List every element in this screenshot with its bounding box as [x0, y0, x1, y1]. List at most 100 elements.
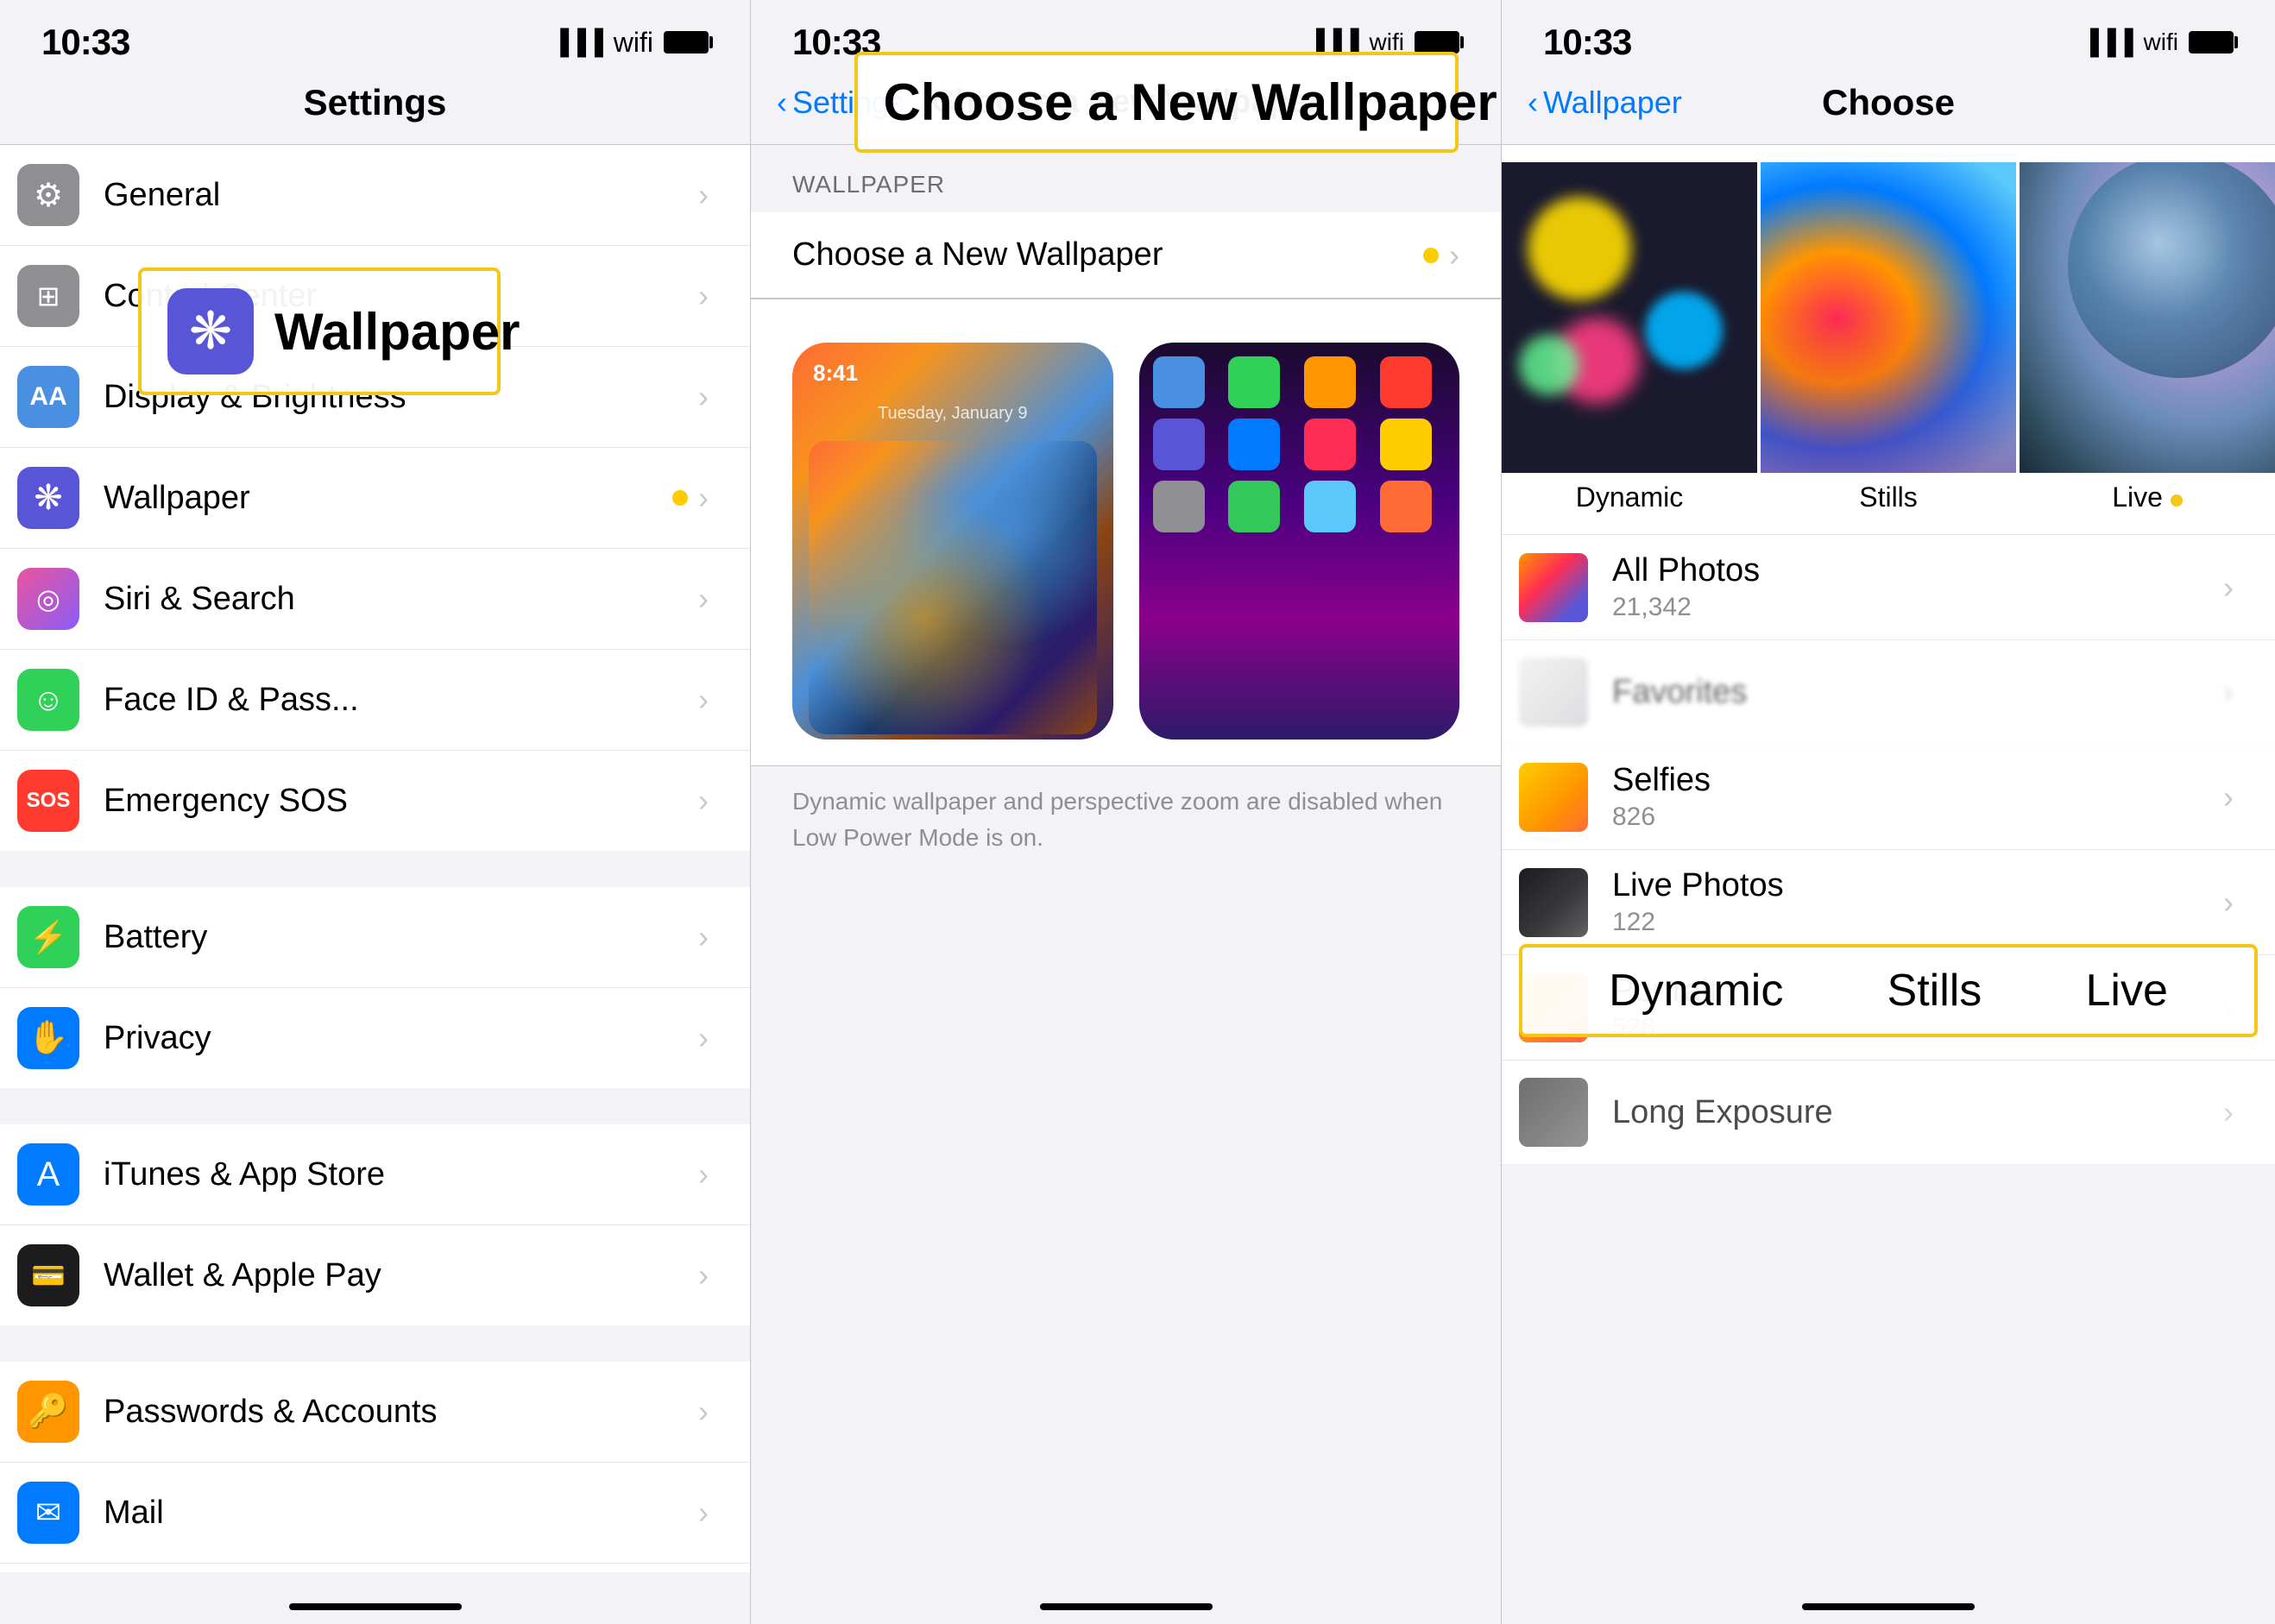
siri-icon: ◎	[17, 568, 79, 630]
wallpaper-grid: Dynamic Stills Live	[1502, 154, 2275, 531]
long-exposure-info: Long Exposure	[1612, 1094, 2223, 1131]
settings-item-mail[interactable]: ✉ Mail ›	[0, 1463, 750, 1564]
all-photos-info: All Photos 21,342	[1612, 552, 2223, 622]
chevron-icon-display: ›	[698, 379, 709, 415]
settings-item-wallet[interactable]: 💳 Wallet & Apple Pay ›	[0, 1225, 750, 1325]
favorites-thumb	[1519, 658, 1588, 727]
album-item-all-photos[interactable]: All Photos 21,342 ›	[1502, 535, 2275, 640]
settings-item-control-center[interactable]: ⊞ Control Center ›	[0, 246, 750, 347]
album-item-live-photos[interactable]: Live Photos 122 ›	[1502, 850, 2275, 955]
chevron-icon-battery: ›	[698, 919, 709, 955]
selfies-count: 826	[1612, 803, 2223, 832]
status-bar-2: 10:33 ▐▐▐ wifi	[751, 0, 1501, 69]
selfies-chevron: ›	[2223, 779, 2234, 815]
chevron-icon-emergency: ›	[698, 783, 709, 819]
wifi-icon-1: wifi	[614, 27, 653, 59]
settings-item-passwords[interactable]: 🔑 Passwords & Accounts ›	[0, 1362, 750, 1463]
lock-screen-date: Tuesday, January 9	[792, 395, 1113, 432]
settings-item-privacy[interactable]: ✋ Privacy ›	[0, 988, 750, 1088]
battery-icon-3	[2189, 31, 2234, 54]
portrait-chevron: ›	[2223, 990, 2234, 1026]
stills-gradient	[1761, 286, 2016, 473]
long-exposure-name: Long Exposure	[1612, 1094, 2223, 1131]
album-item-portrait[interactable]: Portrait 528 ›	[1502, 955, 2275, 1061]
selfies-info: Selfies 826	[1612, 762, 2223, 832]
settings-item-contacts[interactable]: 👤 Contacts ›	[0, 1564, 750, 1572]
faceid-icon: ☺	[17, 669, 79, 731]
choose-panel-title: Choose	[1822, 82, 1955, 123]
live-photos-thumb	[1519, 868, 1588, 937]
wallpaper-dot	[672, 490, 688, 506]
signal-icon-1: ▐▐▐	[551, 28, 603, 56]
control-center-icon: ⊞	[17, 265, 79, 327]
home-indicator-2	[751, 1572, 1501, 1624]
all-photos-count: 21,342	[1612, 593, 2223, 622]
settings-item-appstore[interactable]: A iTunes & App Store ›	[0, 1124, 750, 1225]
category-dynamic[interactable]: Dynamic	[1502, 162, 1757, 522]
settings-label-mail: Mail	[104, 1495, 698, 1532]
dynamic-thumb	[1502, 162, 1757, 473]
settings-label-display: Display & Brightness	[104, 379, 698, 416]
wallpaper-icon: ❋	[17, 467, 79, 529]
dot1	[1528, 197, 1631, 300]
settings-item-siri[interactable]: ◎ Siri & Search ›	[0, 549, 750, 650]
choose-wallpaper-row[interactable]: Choose a New Wallpaper ›	[751, 212, 1501, 299]
battery-settings-icon: ⚡	[17, 906, 79, 968]
wallpaper-preview-row: 8:41 Tuesday, January 9	[751, 299, 1501, 766]
dynamic-label: Dynamic	[1576, 473, 1683, 522]
settings-label-emergency: Emergency SOS	[104, 783, 698, 820]
portrait-name: Portrait	[1612, 973, 2223, 1010]
dynamic-bg	[1502, 162, 1757, 473]
live-photos-chevron: ›	[2223, 884, 2234, 921]
wallpaper-section-label: WALLPAPER	[751, 145, 1501, 212]
photo-albums-group: All Photos 21,342 › Favorites › Selfies …	[1502, 535, 2275, 1165]
wifi-icon-3: wifi	[2144, 28, 2178, 56]
wallpaper-categories-container: Dynamic Stills Live	[1502, 145, 2275, 535]
album-item-selfies[interactable]: Selfies 826 ›	[1502, 745, 2275, 850]
settings-label-siri: Siri & Search	[104, 581, 698, 618]
wallpaper-panel-title: Choose a New Wallpaper	[931, 84, 1320, 121]
settings-label-passwords: Passwords & Accounts	[104, 1394, 698, 1431]
settings-item-general[interactable]: ⚙ General ›	[0, 145, 750, 246]
chevron-icon-siri: ›	[698, 581, 709, 617]
back-label-3: Wallpaper	[1543, 85, 1682, 121]
chevron-icon-faceid: ›	[698, 682, 709, 718]
wallpaper-panel: 10:33 ▐▐▐ wifi ‹ Settings Choose a New W…	[751, 0, 1502, 1624]
home-indicator-3	[1502, 1572, 2275, 1624]
home-screen-preview[interactable]	[1139, 343, 1460, 740]
lock-screen-preview[interactable]: 8:41 Tuesday, January 9	[792, 343, 1113, 740]
settings-item-faceid[interactable]: ☺ Face ID & Pass... ›	[0, 650, 750, 751]
album-item-favorites[interactable]: Favorites ›	[1502, 640, 2275, 745]
status-time-3: 10:33	[1543, 22, 1631, 63]
settings-group-4: 🔑 Passwords & Accounts › ✉ Mail › 👤 Cont…	[0, 1362, 750, 1572]
settings-item-display[interactable]: AA Display & Brightness ›	[0, 347, 750, 448]
mail-icon: ✉	[17, 1482, 79, 1544]
favorites-chevron: ›	[2223, 674, 2234, 710]
status-time-1: 10:33	[41, 22, 129, 63]
appstore-icon: A	[17, 1143, 79, 1205]
settings-item-wallpaper[interactable]: ❋ Wallpaper ›	[0, 448, 750, 549]
chevron-icon-privacy: ›	[698, 1020, 709, 1056]
stills-thumb	[1761, 162, 2016, 473]
home-indicator-1	[0, 1572, 750, 1624]
status-bar-3: 10:33 ▐▐▐ wifi	[1502, 0, 2275, 69]
settings-panel: 10:33 ▐▐▐ wifi Settings ⚙ General › ⊞	[0, 0, 751, 1624]
settings-label-wallet: Wallet & Apple Pay	[104, 1257, 698, 1294]
signal-icon-3: ▐▐▐	[2082, 28, 2133, 56]
category-stills[interactable]: Stills	[1761, 162, 2016, 522]
phone-previews-container: 8:41 Tuesday, January 9	[792, 343, 1459, 740]
lock-wallpaper-art	[809, 441, 1097, 734]
back-to-settings[interactable]: ‹ Settings	[777, 85, 904, 121]
long-exposure-thumb	[1519, 1078, 1588, 1147]
status-time-2: 10:33	[792, 22, 880, 63]
lock-screen-header: 8:41	[792, 343, 1113, 395]
category-live[interactable]: Live	[2020, 162, 2275, 522]
settings-label-wallpaper: Wallpaper	[104, 480, 672, 517]
settings-item-battery[interactable]: ⚡ Battery ›	[0, 887, 750, 988]
settings-item-emergency[interactable]: SOS Emergency SOS ›	[0, 751, 750, 851]
settings-group-2: ⚡ Battery › ✋ Privacy ›	[0, 887, 750, 1088]
back-to-wallpaper[interactable]: ‹ Wallpaper	[1528, 85, 1682, 121]
lock-screen-time: 8:41	[813, 360, 858, 387]
all-photos-name: All Photos	[1612, 552, 2223, 589]
album-item-long-exposure[interactable]: Long Exposure ›	[1502, 1061, 2275, 1165]
